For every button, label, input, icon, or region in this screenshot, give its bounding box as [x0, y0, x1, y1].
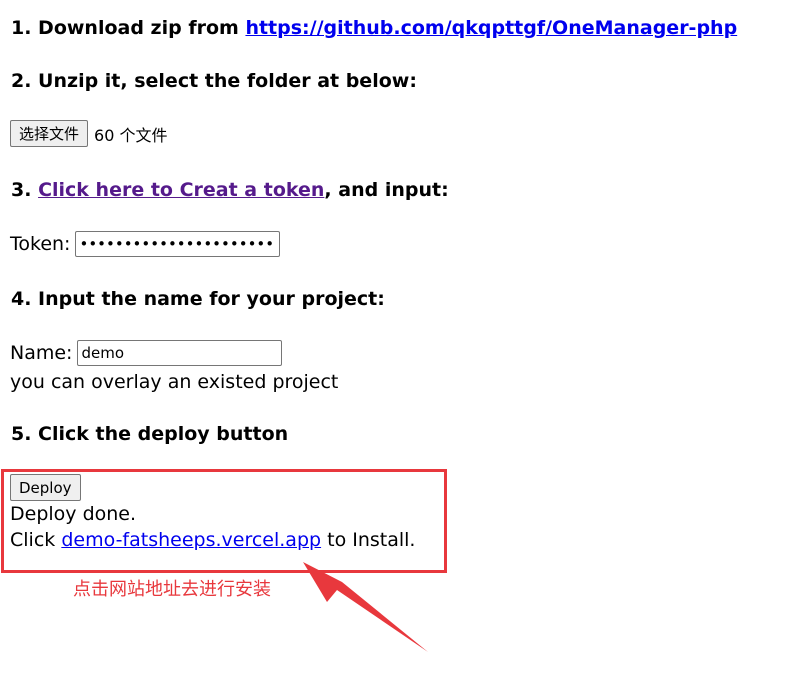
annotation-arrow-icon	[303, 562, 428, 652]
